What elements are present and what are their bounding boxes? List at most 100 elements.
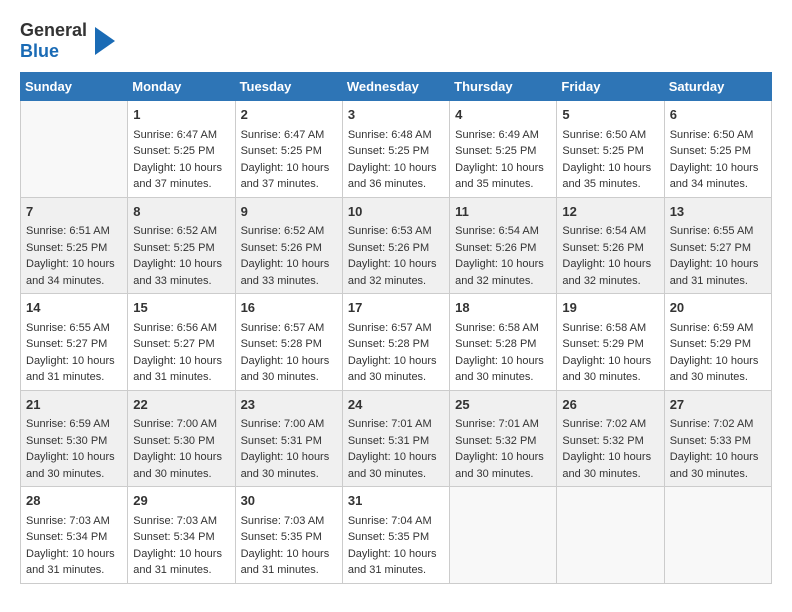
- day-info: Sunrise: 6:59 AM: [670, 320, 766, 337]
- calendar-cell: 22Sunrise: 7:00 AMSunset: 5:30 PMDayligh…: [128, 390, 235, 487]
- day-info: and 31 minutes.: [26, 562, 122, 579]
- calendar-cell: 31Sunrise: 7:04 AMSunset: 5:35 PMDayligh…: [342, 487, 449, 584]
- day-number: 8: [133, 202, 229, 222]
- day-info: Sunrise: 6:58 AM: [562, 320, 658, 337]
- day-info: and 30 minutes.: [241, 369, 337, 386]
- calendar-cell: 25Sunrise: 7:01 AMSunset: 5:32 PMDayligh…: [450, 390, 557, 487]
- day-number: 17: [348, 298, 444, 318]
- day-info: Sunset: 5:26 PM: [562, 240, 658, 257]
- day-number: 13: [670, 202, 766, 222]
- day-info: and 31 minutes.: [670, 273, 766, 290]
- day-info: Sunset: 5:30 PM: [133, 433, 229, 450]
- day-info: Daylight: 10 hours: [26, 546, 122, 563]
- calendar-cell: 14Sunrise: 6:55 AMSunset: 5:27 PMDayligh…: [21, 294, 128, 391]
- day-info: Daylight: 10 hours: [241, 160, 337, 177]
- day-info: Sunset: 5:31 PM: [348, 433, 444, 450]
- calendar-cell: 30Sunrise: 7:03 AMSunset: 5:35 PMDayligh…: [235, 487, 342, 584]
- day-number: 29: [133, 491, 229, 511]
- day-number: 12: [562, 202, 658, 222]
- day-info: Daylight: 10 hours: [133, 160, 229, 177]
- calendar-cell: [450, 487, 557, 584]
- day-number: 28: [26, 491, 122, 511]
- day-info: Sunset: 5:25 PM: [26, 240, 122, 257]
- calendar-cell: 18Sunrise: 6:58 AMSunset: 5:28 PMDayligh…: [450, 294, 557, 391]
- day-number: 6: [670, 105, 766, 125]
- day-number: 26: [562, 395, 658, 415]
- calendar-cell: 28Sunrise: 7:03 AMSunset: 5:34 PMDayligh…: [21, 487, 128, 584]
- day-info: Sunset: 5:27 PM: [670, 240, 766, 257]
- day-info: Daylight: 10 hours: [562, 353, 658, 370]
- day-info: Sunset: 5:33 PM: [670, 433, 766, 450]
- day-info: Sunrise: 6:50 AM: [562, 127, 658, 144]
- day-info: Daylight: 10 hours: [241, 546, 337, 563]
- day-info: Daylight: 10 hours: [670, 160, 766, 177]
- day-info: Sunrise: 7:03 AM: [241, 513, 337, 530]
- day-info: Sunset: 5:29 PM: [670, 336, 766, 353]
- day-number: 19: [562, 298, 658, 318]
- day-info: and 35 minutes.: [455, 176, 551, 193]
- calendar-cell: 8Sunrise: 6:52 AMSunset: 5:25 PMDaylight…: [128, 197, 235, 294]
- calendar-cell: 21Sunrise: 6:59 AMSunset: 5:30 PMDayligh…: [21, 390, 128, 487]
- day-info: Sunrise: 6:47 AM: [241, 127, 337, 144]
- day-info: Sunrise: 6:54 AM: [455, 223, 551, 240]
- day-info: and 30 minutes.: [562, 466, 658, 483]
- day-info: Sunset: 5:26 PM: [348, 240, 444, 257]
- day-info: and 31 minutes.: [26, 369, 122, 386]
- day-number: 11: [455, 202, 551, 222]
- day-number: 5: [562, 105, 658, 125]
- day-number: 2: [241, 105, 337, 125]
- day-info: Sunset: 5:30 PM: [26, 433, 122, 450]
- day-number: 20: [670, 298, 766, 318]
- calendar-cell: 11Sunrise: 6:54 AMSunset: 5:26 PMDayligh…: [450, 197, 557, 294]
- day-number: 4: [455, 105, 551, 125]
- calendar-cell: 15Sunrise: 6:56 AMSunset: 5:27 PMDayligh…: [128, 294, 235, 391]
- day-number: 16: [241, 298, 337, 318]
- day-info: Sunset: 5:29 PM: [562, 336, 658, 353]
- calendar-week-row: 1Sunrise: 6:47 AMSunset: 5:25 PMDaylight…: [21, 101, 772, 198]
- day-info: Daylight: 10 hours: [348, 449, 444, 466]
- day-info: Sunrise: 7:01 AM: [455, 416, 551, 433]
- day-info: Daylight: 10 hours: [133, 546, 229, 563]
- day-info: Sunrise: 6:54 AM: [562, 223, 658, 240]
- day-info: Daylight: 10 hours: [562, 256, 658, 273]
- day-info: Daylight: 10 hours: [455, 256, 551, 273]
- calendar-table: SundayMondayTuesdayWednesdayThursdayFrid…: [20, 72, 772, 584]
- day-info: and 33 minutes.: [241, 273, 337, 290]
- day-info: Sunrise: 6:50 AM: [670, 127, 766, 144]
- day-info: Sunset: 5:32 PM: [455, 433, 551, 450]
- day-number: 1: [133, 105, 229, 125]
- day-info: Sunrise: 6:55 AM: [670, 223, 766, 240]
- day-info: Sunrise: 6:47 AM: [133, 127, 229, 144]
- day-info: Daylight: 10 hours: [241, 353, 337, 370]
- day-number: 18: [455, 298, 551, 318]
- day-info: Sunrise: 6:52 AM: [241, 223, 337, 240]
- day-info: Sunrise: 6:57 AM: [348, 320, 444, 337]
- day-info: Daylight: 10 hours: [133, 449, 229, 466]
- day-info: Sunset: 5:25 PM: [348, 143, 444, 160]
- calendar-cell: 24Sunrise: 7:01 AMSunset: 5:31 PMDayligh…: [342, 390, 449, 487]
- calendar-cell: 12Sunrise: 6:54 AMSunset: 5:26 PMDayligh…: [557, 197, 664, 294]
- day-info: Sunrise: 6:49 AM: [455, 127, 551, 144]
- day-info: and 30 minutes.: [241, 466, 337, 483]
- day-number: 9: [241, 202, 337, 222]
- calendar-cell: 27Sunrise: 7:02 AMSunset: 5:33 PMDayligh…: [664, 390, 771, 487]
- day-info: Daylight: 10 hours: [455, 160, 551, 177]
- day-info: and 35 minutes.: [562, 176, 658, 193]
- day-number: 23: [241, 395, 337, 415]
- calendar-cell: [664, 487, 771, 584]
- logo-arrow-icon: [95, 27, 115, 55]
- day-info: Daylight: 10 hours: [241, 449, 337, 466]
- day-number: 25: [455, 395, 551, 415]
- weekday-header-row: SundayMondayTuesdayWednesdayThursdayFrid…: [21, 73, 772, 101]
- day-info: Daylight: 10 hours: [670, 449, 766, 466]
- day-info: and 30 minutes.: [455, 369, 551, 386]
- day-info: Sunset: 5:25 PM: [455, 143, 551, 160]
- logo: General Blue: [20, 20, 115, 62]
- day-info: and 30 minutes.: [562, 369, 658, 386]
- day-number: 21: [26, 395, 122, 415]
- day-info: and 30 minutes.: [670, 369, 766, 386]
- calendar-cell: 23Sunrise: 7:00 AMSunset: 5:31 PMDayligh…: [235, 390, 342, 487]
- day-info: and 31 minutes.: [241, 562, 337, 579]
- day-info: Sunrise: 7:02 AM: [562, 416, 658, 433]
- day-number: 15: [133, 298, 229, 318]
